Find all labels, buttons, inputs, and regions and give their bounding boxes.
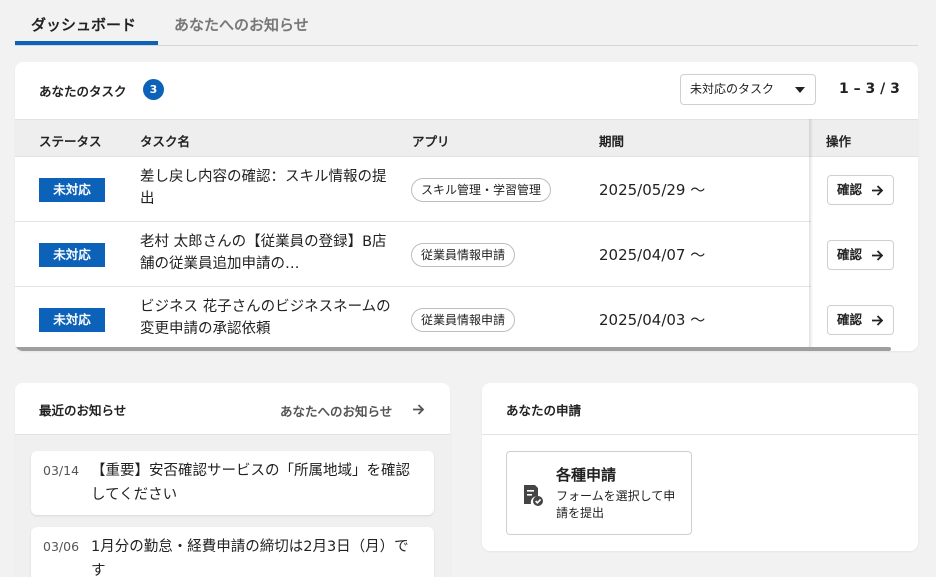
horizontal-scrollbar[interactable]: [15, 347, 891, 351]
arrow-right-icon: [872, 185, 884, 196]
confirm-button-label: 確認: [837, 247, 863, 262]
applications-title: あなたの申請: [506, 403, 582, 418]
column-header-period: 期間: [599, 134, 625, 149]
caret-down-icon: [795, 87, 805, 93]
confirm-button-label: 確認: [837, 312, 863, 327]
tasks-title: あなたのタスク: [39, 84, 127, 99]
status-badge: 未対応: [39, 308, 105, 332]
confirm-button[interactable]: 確認: [827, 175, 894, 205]
pagination-info: 1 – 3 / 3: [839, 81, 900, 97]
applications-header: あなたの申請: [482, 383, 918, 435]
confirm-button[interactable]: 確認: [827, 240, 894, 270]
apply-tile-description: フォームを選択して申請を提出: [556, 489, 676, 520]
your-applications-card: あなたの申請 各種申請 フォームを選択して申請を提出: [482, 383, 918, 551]
table-row[interactable]: 未対応 老村 太郎さんの【従業員の登録】B店舗の従業員追加申請の… 従業員情報申…: [15, 222, 918, 287]
task-filter-select[interactable]: 未対応のタスク: [680, 74, 816, 105]
sticky-column-header: 操作: [811, 119, 918, 157]
table-header: ステータス タスク名 アプリ 期間: [15, 119, 918, 157]
notices-list: 03/14 【重要】安否確認サービスの「所属地域」を確認してください 03/06…: [15, 435, 450, 577]
task-name[interactable]: 差し戻し内容の確認：スキル情報の提出: [140, 166, 392, 210]
sticky-column-shadow: [809, 119, 813, 349]
various-applications-tile[interactable]: 各種申請 フォームを選択して申請を提出: [506, 451, 692, 535]
arrow-right-icon[interactable]: [412, 403, 425, 416]
apply-tile-title: 各種申請: [556, 466, 617, 484]
app-chip: 従業員情報申請: [411, 243, 516, 267]
tab-notices-for-you[interactable]: あなたへのお知らせ: [174, 14, 309, 46]
notices-header: 最近のお知らせ あなたへのお知らせ: [15, 383, 450, 435]
tab-bar: ダッシュボード あなたへのお知らせ: [15, 0, 918, 46]
list-item[interactable]: 03/14 【重要】安否確認サービスの「所属地域」を確認してください: [31, 451, 434, 515]
app-chip: 従業員情報申請: [411, 308, 516, 332]
notice-date: 03/06: [43, 539, 80, 554]
arrow-right-icon: [872, 315, 884, 326]
task-period: 2025/04/03 〜: [599, 311, 706, 329]
column-header-app: アプリ: [412, 134, 450, 149]
notice-date: 03/14: [43, 463, 80, 478]
table-row[interactable]: 未対応 ビジネス 花子さんのビジネスネームの変更申請の承認依頼 従業員情報申請 …: [15, 287, 918, 351]
active-tab-indicator: [15, 41, 158, 45]
recent-notices-card: 最近のお知らせ あなたへのお知らせ 03/14 【重要】安否確認サービスの「所属…: [15, 383, 450, 577]
task-name[interactable]: 老村 太郎さんの【従業員の登録】B店舗の従業員追加申請の…: [140, 231, 392, 275]
column-header-action: 操作: [826, 134, 852, 149]
column-header-task-name: タスク名: [140, 134, 191, 149]
table-row[interactable]: 未対応 差し戻し内容の確認：スキル情報の提出 スキル管理・学習管理 2025/0…: [15, 157, 918, 222]
confirm-button-label: 確認: [837, 182, 863, 197]
list-item[interactable]: 03/06 1月分の勤怠・経費申請の締切は2月3日（月）です: [31, 527, 434, 577]
notice-text: 1月分の勤怠・経費申請の締切は2月3日（月）です: [91, 539, 409, 577]
tasks-card: あなたのタスク 3 未対応のタスク 1 – 3 / 3 ステータス タスク名 ア…: [15, 62, 918, 351]
notice-text: 【重要】安否確認サービスの「所属地域」を確認してください: [91, 463, 410, 503]
column-header-status: ステータス: [39, 134, 102, 149]
status-badge: 未対応: [39, 178, 105, 202]
app-chip: スキル管理・学習管理: [411, 178, 552, 202]
notices-for-you-link[interactable]: あなたへのお知らせ: [280, 401, 392, 420]
tasks-count-badge: 3: [143, 79, 164, 100]
document-check-icon: [524, 485, 543, 506]
task-period: 2025/05/29 〜: [599, 181, 706, 199]
notices-title: 最近のお知らせ: [39, 403, 127, 418]
confirm-button[interactable]: 確認: [827, 305, 894, 335]
task-filter-value: 未対応のタスク: [690, 82, 775, 96]
task-name[interactable]: ビジネス 花子さんのビジネスネームの変更申請の承認依頼: [140, 296, 392, 340]
status-badge: 未対応: [39, 243, 105, 267]
arrow-right-icon: [872, 250, 884, 261]
task-period: 2025/04/07 〜: [599, 246, 706, 264]
